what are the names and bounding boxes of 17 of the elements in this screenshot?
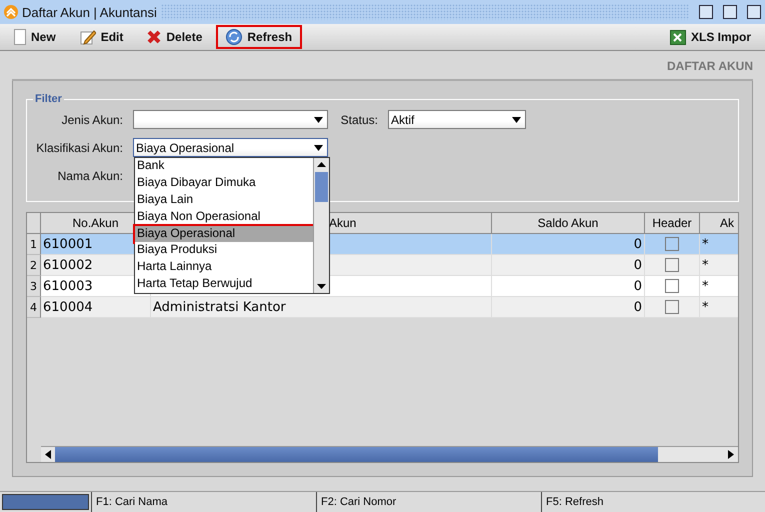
row-number: 3 (27, 276, 41, 297)
table-cell: 0 (492, 297, 645, 318)
row-number: 2 (27, 255, 41, 276)
status-text: F1: Cari Nama (91, 492, 316, 512)
status-text: F5: Refresh (541, 492, 761, 512)
field-label: Status: (340, 112, 379, 126)
window-title: Daftar Akun | Akuntansi (22, 4, 157, 20)
field-label: Klasifikasi Akun: (35, 140, 124, 154)
table-cell: 610004 (41, 297, 151, 318)
table-cell: Administratsi Kantor (151, 297, 492, 318)
filter-legend: Filter (33, 93, 64, 105)
row-number: 4 (27, 297, 41, 318)
row-number: 1 (27, 234, 41, 255)
status-text: F2: Cari Nomor (316, 492, 541, 512)
table-cell: * (700, 297, 738, 318)
field-label: Nama Akun: (56, 168, 124, 182)
field-label: Jenis Akun: (60, 112, 124, 126)
